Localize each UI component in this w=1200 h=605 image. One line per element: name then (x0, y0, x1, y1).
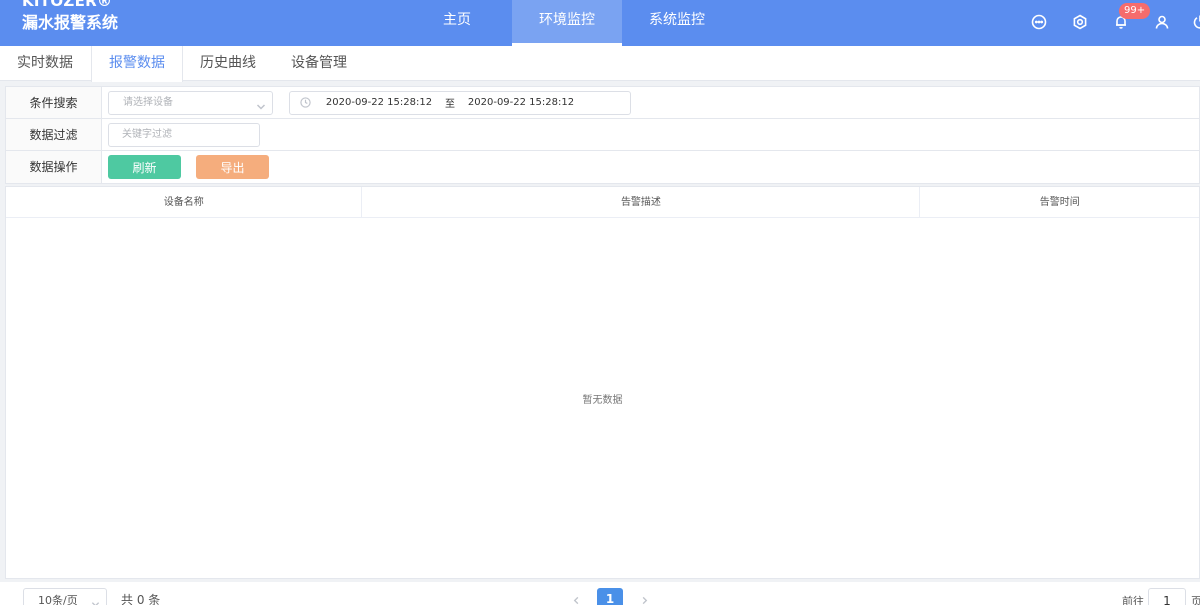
column-device-name: 设备名称 (6, 187, 363, 218)
table-header: 设备名称 告警描述 告警时间 (6, 187, 1199, 218)
sub-tabs: 实时数据 报警数据 历史曲线 设备管理 (0, 46, 1200, 82)
next-page-button[interactable] (631, 590, 657, 605)
brand-logo: KITOZER® 漏水报警系统 (22, 0, 118, 31)
settings-gear-icon[interactable] (1070, 12, 1090, 32)
tab-alarm-data[interactable]: 报警数据 (91, 46, 183, 82)
jump-to-label: 前往 (1122, 595, 1144, 605)
prev-page-button[interactable] (563, 590, 589, 605)
tab-device-management[interactable]: 设备管理 (274, 46, 365, 81)
tab-realtime-data[interactable]: 实时数据 (0, 46, 91, 81)
chevron-down-icon (256, 99, 266, 110)
device-select[interactable]: 请选择设备 (108, 90, 273, 115)
jump-page-suffix: 页 (1191, 595, 1200, 605)
nav-item-environment-monitoring[interactable]: 环境监控 (512, 0, 622, 46)
pagination: 10条/页 共 0 条 1 前往 页 (0, 582, 1200, 605)
date-end[interactable]: 2020-09-22 15:28:12 (462, 97, 580, 108)
date-range-picker[interactable]: 2020-09-22 15:28:12 至 2020-09-22 15:28:1… (289, 90, 631, 115)
operations-label: 数据操作 (6, 151, 102, 183)
filter-row-search: 条件搜索 请选择设备 2020-09-22 15:28:12 至 2020-09… (6, 87, 1199, 119)
column-alarm-description: 告警描述 (362, 187, 921, 218)
date-start[interactable]: 2020-09-22 15:28:12 (320, 97, 438, 108)
total-count: 共 0 条 (121, 593, 161, 605)
tab-history-curve[interactable]: 历史曲线 (183, 46, 274, 81)
main-nav: 主页 环境监控 系统监控 (402, 0, 732, 46)
filter-label: 数据过滤 (6, 119, 102, 150)
chevron-right-icon (642, 596, 647, 605)
notification-badge: 99+ (1119, 3, 1151, 19)
table-empty-text: 暂无数据 (582, 394, 623, 406)
power-icon[interactable] (1190, 12, 1200, 32)
chevron-left-icon (573, 596, 578, 605)
clock-icon (290, 97, 320, 108)
app-header: KITOZER® 漏水报警系统 主页 环境监控 系统监控 99+ (0, 0, 1200, 46)
nav-item-home[interactable]: 主页 (402, 0, 512, 46)
chat-icon[interactable] (1029, 12, 1049, 32)
keyword-filter-input[interactable] (108, 122, 260, 147)
export-button[interactable]: 导出 (196, 155, 269, 179)
page-size-value: 10条/页 (38, 594, 78, 605)
nav-item-system-monitoring[interactable]: 系统监控 (622, 0, 732, 46)
user-icon[interactable] (1152, 12, 1172, 32)
page-number-current[interactable]: 1 (597, 588, 623, 605)
page-size-select[interactable]: 10条/页 (23, 588, 107, 605)
column-alarm-time: 告警时间 (1039, 197, 1080, 208)
date-separator: 至 (445, 99, 455, 110)
filter-row-keyword: 数据过滤 (6, 119, 1199, 151)
alarm-table: 设备名称 告警描述 告警时间 暂无数据 (5, 186, 1200, 579)
brand-name-en: KITOZER® (22, 0, 113, 10)
filter-panel: 条件搜索 请选择设备 2020-09-22 15:28:12 至 2020-09… (5, 86, 1200, 184)
refresh-button[interactable]: 刷新 (108, 155, 181, 179)
jump-to-page-input[interactable] (1148, 588, 1186, 605)
brand-name-cn: 漏水报警系统 (22, 13, 119, 32)
chevron-down-icon (91, 594, 100, 605)
search-label: 条件搜索 (6, 87, 102, 118)
filter-row-operations: 数据操作 刷新 导出 (6, 151, 1199, 183)
device-select-placeholder: 请选择设备 (123, 96, 173, 108)
